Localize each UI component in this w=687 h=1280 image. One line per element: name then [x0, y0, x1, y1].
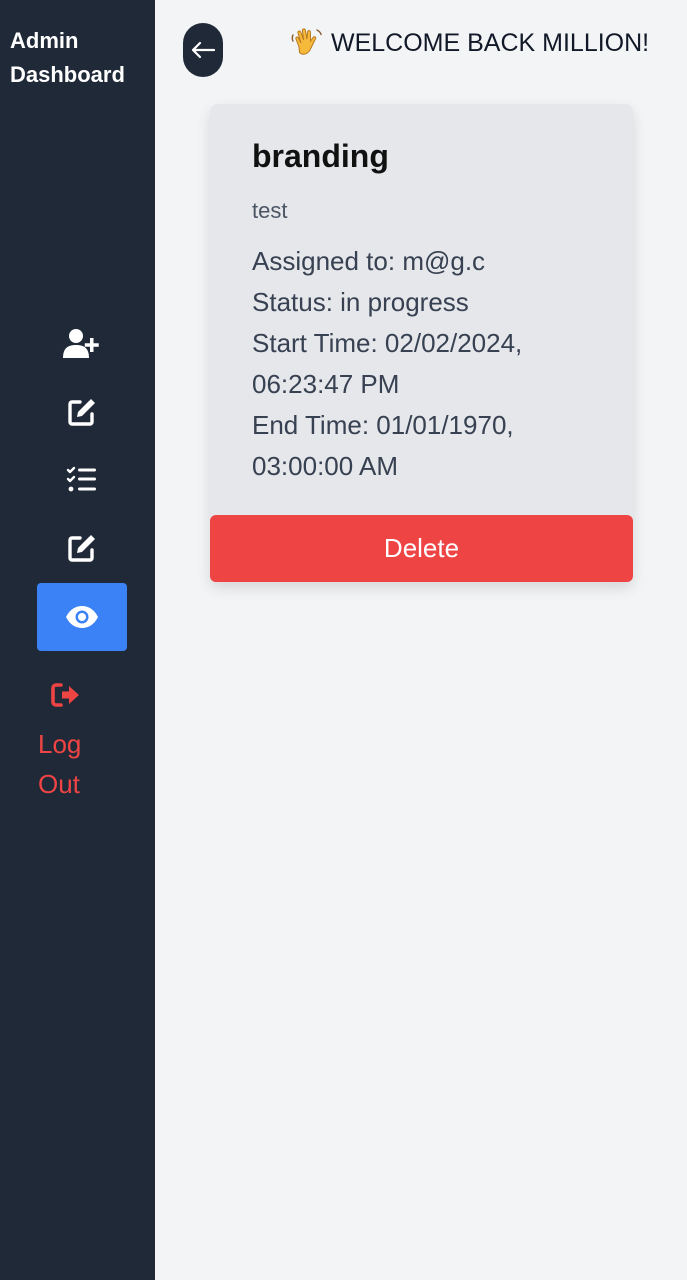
arrow-left-icon — [191, 41, 216, 59]
task-assigned-to: Assigned to: m@g.c — [252, 246, 486, 276]
nav-view-tasks[interactable] — [37, 583, 127, 651]
task-list-icon — [66, 466, 96, 492]
sidebar-title: Admin Dashboard — [10, 28, 125, 87]
logout-icon — [51, 683, 79, 707]
delete-button[interactable]: Delete — [210, 515, 633, 582]
edit-icon — [68, 535, 95, 562]
task-end-time: End Time: 01/01/1970, 03:00:00 AM — [252, 410, 514, 481]
app: Admin Dashboard Log Out WELCOME BACK MIL… — [0, 0, 687, 1280]
logout-label: Log Out — [38, 729, 82, 799]
nav-edit-task[interactable] — [37, 514, 127, 582]
welcome-text: WELCOME BACK MILLION! — [331, 29, 650, 57]
task-description: test — [252, 198, 288, 223]
nav-edit[interactable] — [37, 378, 127, 446]
task-start-time: Start Time: 02/02/2024, 06:23:47 PM — [252, 328, 523, 399]
welcome-message: WELCOME BACK MILLION! — [291, 26, 663, 60]
waving-hand-icon — [291, 28, 322, 55]
task-details: Assigned to: m@g.c Status: in progress S… — [252, 241, 582, 487]
edit-icon — [68, 399, 95, 426]
nav-task-list[interactable] — [37, 446, 127, 514]
task-status: Status: in progress — [252, 287, 469, 317]
eye-icon — [66, 606, 98, 628]
sidebar: Admin Dashboard Log Out — [0, 0, 155, 1280]
nav-add-user[interactable] — [37, 310, 127, 378]
user-plus-icon — [63, 329, 99, 358]
task-title: branding — [252, 138, 389, 174]
main-content: WELCOME BACK MILLION! — [155, 0, 687, 1280]
back-button[interactable] — [183, 23, 223, 77]
